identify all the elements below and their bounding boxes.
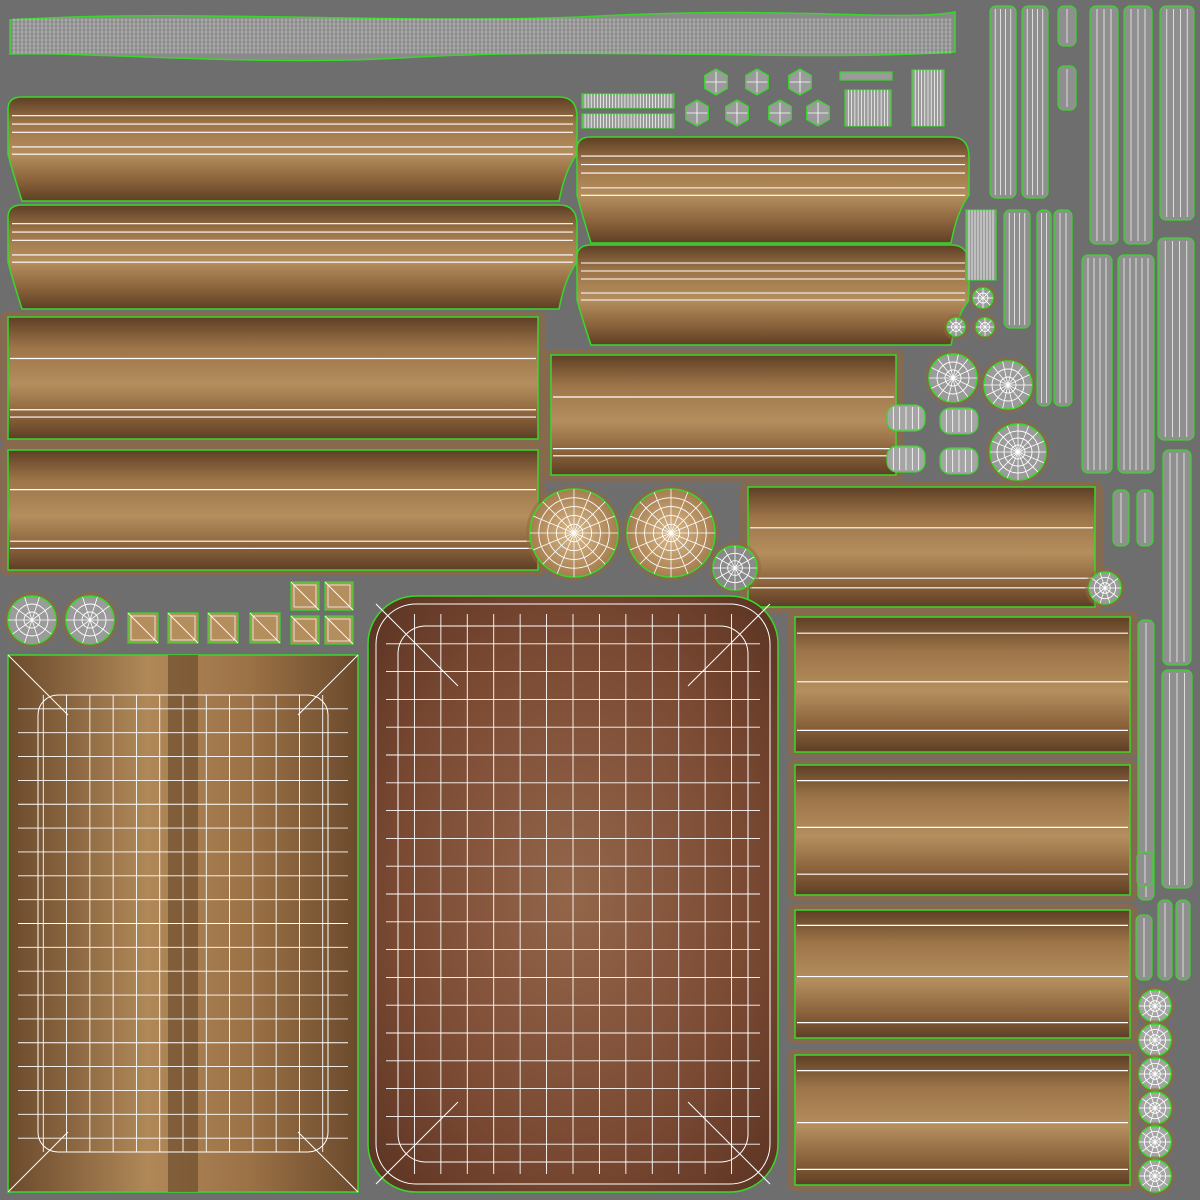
uv-grid-icon: [939, 447, 979, 475]
vertical-rod: [1057, 65, 1077, 111]
uv-grid-icon: [290, 581, 320, 611]
uv-radial-icon: [623, 485, 719, 581]
uv-grid-icon: [886, 404, 926, 432]
vertical-rod: [1089, 5, 1119, 245]
vertical-rod: [1117, 254, 1155, 474]
plank-left-2: [0, 444, 546, 576]
uv-grid-icon: [788, 68, 812, 96]
uv-grid-icon: [911, 69, 945, 127]
vertical-rod: [1003, 209, 1031, 329]
vertical-rod: [1135, 914, 1153, 981]
uv-grid-icon: [704, 68, 728, 96]
uv-radial-icon: [4, 592, 60, 648]
uv-grid-icon: [939, 407, 979, 435]
uv-radial-icon: [62, 592, 118, 648]
vertical-rod: [1057, 5, 1077, 47]
uv-grid-icon: [249, 612, 281, 644]
vertical-rod: [989, 5, 1017, 199]
vertical-rod: [1136, 851, 1154, 887]
vertical-rod: [1175, 899, 1191, 981]
uv-grid-icon: [290, 615, 320, 645]
vertical-rod: [1162, 449, 1192, 666]
uv-radial-icon: [943, 314, 969, 340]
top-rope-strip: [9, 11, 956, 62]
vertical-rod: [1081, 254, 1113, 474]
uv-radial-icon: [1135, 1156, 1175, 1196]
uv-grid-icon: [207, 612, 239, 644]
uv-grid-icon: [768, 99, 792, 127]
plank-right-3: [787, 904, 1138, 1044]
uv-radial-icon: [925, 350, 981, 406]
vertical-rod: [1159, 5, 1195, 221]
uv-radial-icon: [972, 314, 998, 340]
uv-grid-icon: [886, 445, 926, 473]
vertical-rod: [1136, 489, 1154, 547]
uv-grid-icon: [839, 71, 893, 81]
plank-right-2: [787, 759, 1138, 901]
uv-grid-icon: [806, 99, 830, 127]
uv-radial-icon: [986, 420, 1050, 484]
plank-mid-1: [543, 349, 904, 481]
uv-radial-icon: [526, 485, 622, 581]
plank-right-1: [787, 611, 1138, 758]
vertical-rod: [1161, 669, 1193, 889]
uv-grid-icon: [324, 615, 354, 645]
vertical-rod: [1036, 209, 1052, 407]
uv-grid-icon: [167, 612, 199, 644]
uv-radial-icon: [980, 357, 1036, 413]
beam-profile-3: [576, 136, 970, 244]
uv-grid-icon: [581, 113, 675, 129]
uv-grid-icon: [581, 93, 675, 109]
uv-grid-icon: [685, 99, 709, 127]
uv-grid-icon: [127, 612, 159, 644]
beam-profile-4: [576, 244, 970, 346]
vertical-rod: [1112, 489, 1130, 547]
vertical-rod: [1053, 209, 1073, 407]
uv-texture-atlas: [0, 0, 1200, 1200]
uv-radial-icon: [1085, 568, 1125, 608]
uv-grid-icon: [965, 209, 997, 281]
uv-grid-icon: [725, 99, 749, 127]
uv-radial-icon: [709, 542, 761, 594]
vertical-rod: [1157, 899, 1173, 981]
plank-left-1: [0, 311, 546, 445]
uv-grid-icon: [844, 89, 892, 127]
uv-radial-icon: [969, 284, 997, 312]
plank-right-4: [787, 1049, 1138, 1191]
uv-grid-icon: [745, 68, 769, 96]
vertical-rod: [1021, 5, 1049, 199]
plank-mid-2: [740, 481, 1103, 613]
vertical-rod: [1157, 237, 1195, 441]
vertical-rod: [1123, 5, 1153, 245]
beam-profile-2: [7, 204, 578, 310]
uv-grid-icon: [324, 581, 354, 611]
beam-profile-1: [7, 96, 578, 202]
